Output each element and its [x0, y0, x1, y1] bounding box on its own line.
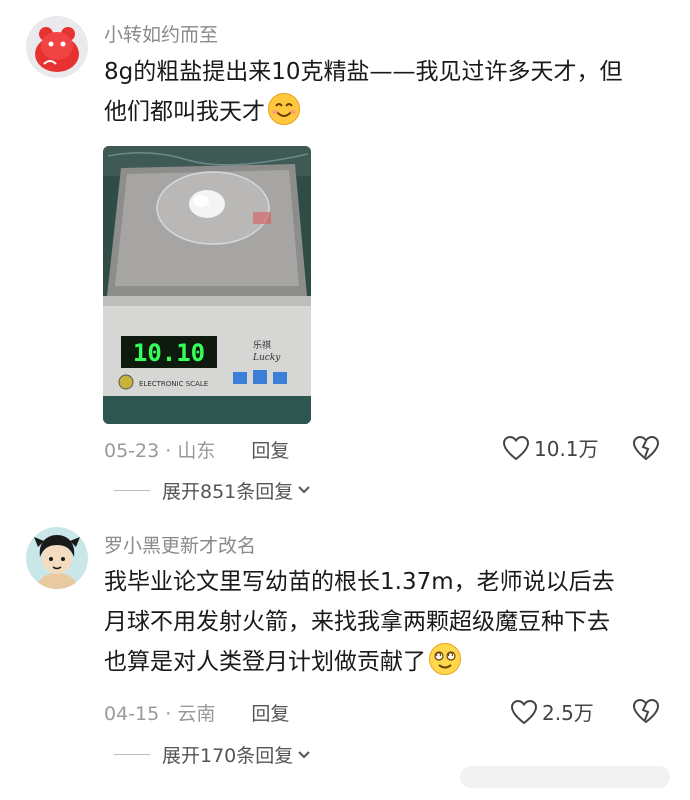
comment-text-line: 也算是对人类登月计划做贡献了 [104, 649, 426, 675]
comment-location: 山东 [177, 440, 216, 462]
comment-text-line: 也算是对人类登月计划做贡献了 [104, 642, 664, 682]
chevron-down-icon [298, 750, 310, 758]
dizzy-smile-emoji-icon [428, 642, 462, 676]
like-button[interactable]: 10.1万 [502, 433, 599, 462]
comment-photo[interactable]: 10.10 乐祺 Lucky ELECTRONIC SCALE [103, 146, 311, 424]
comment-text: 8g的粗盐提出来10克精盐——我见过许多天才，但 他们都叫我天才 [104, 52, 664, 132]
like-count: 10.1万 [534, 437, 599, 461]
username[interactable]: 罗小黑更新才改名 [104, 531, 256, 558]
chevron-down-icon [298, 486, 310, 494]
comment-text: 我毕业论文里写幼苗的根长1.37m，老师说以后去 月球不用发射火箭，来找我拿两颗… [104, 562, 664, 682]
comment-meta: 04-15 · 云南 回复 [104, 699, 289, 726]
scale-brand-cn: 乐祺 [253, 339, 271, 351]
dislike-button[interactable] [632, 435, 660, 465]
watermark-overlay [460, 766, 670, 788]
broken-heart-icon [632, 435, 660, 461]
expand-replies-button[interactable]: 展开170条回复 [114, 741, 311, 768]
comment-text-line: 他们都叫我天才 [104, 92, 664, 132]
comment-date: 05-23 [104, 440, 160, 462]
username[interactable]: 小转如约而至 [104, 20, 218, 47]
like-count: 2.5万 [542, 701, 594, 725]
separator: · [165, 703, 172, 725]
dislike-button[interactable] [632, 698, 660, 728]
scale-label: ELECTRONIC SCALE [139, 380, 208, 388]
broken-heart-icon [632, 698, 660, 724]
avatar[interactable] [26, 527, 88, 589]
scale-display: 10.10 [133, 339, 205, 367]
comment-text-line: 他们都叫我天才 [104, 99, 265, 125]
comment-text-line: 我毕业论文里写幼苗的根长1.37m，老师说以后去 [104, 569, 615, 595]
expand-replies-label: 展开170条回复 [162, 745, 294, 767]
reply-button[interactable]: 回复 [251, 703, 289, 725]
avatar[interactable] [26, 16, 88, 78]
reply-button[interactable]: 回复 [251, 440, 289, 462]
comment-date: 04-15 [104, 703, 160, 725]
scale-brand-en: Lucky [252, 353, 281, 363]
comment-location: 云南 [177, 703, 216, 725]
divider-dash [114, 754, 150, 755]
expand-replies-button[interactable]: 展开851条回复 [114, 478, 311, 502]
comment-text-line: 月球不用发射火箭，来找我拿两颗超级魔豆种下去 [104, 609, 610, 635]
like-button[interactable]: 2.5万 [510, 697, 594, 726]
expand-replies-label: 展开851条回复 [162, 480, 294, 503]
heart-icon [502, 435, 530, 460]
heart-icon [510, 699, 538, 724]
divider-dash [114, 489, 150, 491]
smile-emoji-icon [267, 92, 301, 126]
comment-text-line: 8g的粗盐提出来10克精盐——我见过许多天才，但 [104, 59, 623, 85]
separator: · [165, 440, 172, 462]
comment-meta: 05-23 · 山东 回复 [104, 436, 289, 463]
